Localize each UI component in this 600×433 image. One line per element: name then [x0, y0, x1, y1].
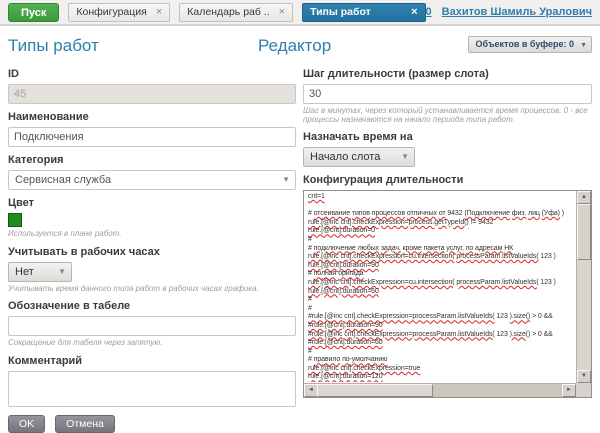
duration-config-editor[interactable]: cnt=1 # отсеивание типов процессов отлич… — [303, 190, 592, 398]
scroll-down-icon[interactable]: ▼ — [577, 370, 591, 383]
tabel-label: Обозначение в табеле — [8, 300, 296, 312]
scrollbar-thumb[interactable] — [317, 384, 433, 397]
id-label: ID — [8, 68, 296, 80]
tabel-hint: Сокращение для табеля через запятую. — [8, 339, 296, 348]
name-label: Наименование — [8, 111, 296, 123]
scroll-right-icon[interactable]: ► — [562, 384, 576, 397]
name-field[interactable] — [8, 127, 296, 147]
buffer-dropdown-label: Объектов в буфере: 0 — [476, 39, 574, 49]
close-icon[interactable]: × — [156, 7, 162, 18]
tab-work-types-label: Типы работ — [310, 6, 371, 18]
buffer-dropdown-button[interactable]: Объектов в буфере: 0 ▼ — [468, 36, 592, 53]
editor-title: Редактор — [258, 36, 331, 56]
work-type-form: ID Наименование Категория Сервисная служ… — [8, 66, 296, 433]
buffer-count-link[interactable]: 0 — [426, 6, 432, 18]
cancel-button[interactable]: Отмена — [55, 415, 115, 433]
tabel-field[interactable] — [8, 316, 296, 336]
horizontal-scrollbar[interactable]: ◄ ► — [304, 383, 576, 397]
id-field — [8, 84, 296, 104]
user-link[interactable]: Вахитов Шамиль Уралович — [442, 6, 592, 18]
assign-time-select-value: Начало слота — [310, 151, 380, 163]
chevron-down-icon: ▼ — [580, 38, 587, 53]
assign-time-select[interactable]: Начало слота ▼ — [303, 147, 415, 167]
form-buttons: OK Отмена — [8, 415, 296, 433]
editor-panel: Шаг длительности (размер слота) Шаг в ми… — [303, 66, 592, 398]
color-swatch[interactable] — [8, 213, 22, 227]
work-hours-hint: Учитывать время данного типа работ в раб… — [8, 285, 296, 294]
scrollbar-corner — [576, 383, 591, 397]
assign-time-label: Назначать время на — [303, 131, 592, 143]
slot-step-hint: Шаг в минутах, через который устанавлива… — [303, 107, 592, 124]
chevron-down-icon: ▼ — [58, 263, 66, 281]
work-hours-select-value: Нет — [15, 266, 34, 278]
comment-label: Комментарий — [8, 355, 296, 367]
page-title: Типы работ — [8, 36, 99, 56]
color-hint: Используется в плане работ. — [8, 230, 296, 239]
category-select[interactable]: Сервисная служба ▼ — [8, 170, 296, 190]
tab-work-types[interactable]: Типы работ × — [302, 3, 425, 22]
tab-configuration-label: Конфигурация — [76, 6, 146, 18]
start-button[interactable]: Пуск — [8, 3, 59, 22]
slot-step-label: Шаг длительности (размер слота) — [303, 68, 592, 80]
tab-configuration[interactable]: Конфигурация × — [68, 3, 170, 22]
topbar-links: 0 Вахитов Шамиль Уралович — [426, 6, 592, 18]
close-icon[interactable]: × — [411, 7, 417, 18]
tab-calendar-label: Календарь раб .. — [187, 6, 269, 18]
work-hours-select[interactable]: Нет ▼ — [8, 262, 72, 282]
ok-button[interactable]: OK — [8, 415, 45, 433]
scroll-up-icon[interactable]: ▲ — [577, 191, 591, 204]
category-label: Категория — [8, 154, 296, 166]
topbar: Пуск Конфигурация × Календарь раб .. × Т… — [0, 0, 600, 26]
chevron-down-icon: ▼ — [401, 148, 409, 166]
comment-field[interactable] — [8, 371, 296, 407]
slot-step-field[interactable] — [303, 84, 592, 104]
duration-config-label: Конфигурация длительности — [303, 174, 592, 186]
category-select-value: Сервисная служба — [15, 174, 111, 186]
duration-config-code: cnt=1 # отсеивание типов процессов отлич… — [305, 192, 575, 382]
scrollbar-thumb[interactable] — [577, 204, 591, 260]
color-label: Цвет — [8, 197, 296, 209]
tab-calendar[interactable]: Календарь раб .. × — [179, 3, 293, 22]
chevron-down-icon: ▼ — [282, 171, 290, 189]
close-icon[interactable]: × — [279, 7, 285, 18]
scroll-left-icon[interactable]: ◄ — [304, 384, 318, 397]
work-hours-label: Учитывать в рабочих часах — [8, 246, 296, 258]
vertical-scrollbar[interactable]: ▲ ▼ — [576, 191, 591, 383]
